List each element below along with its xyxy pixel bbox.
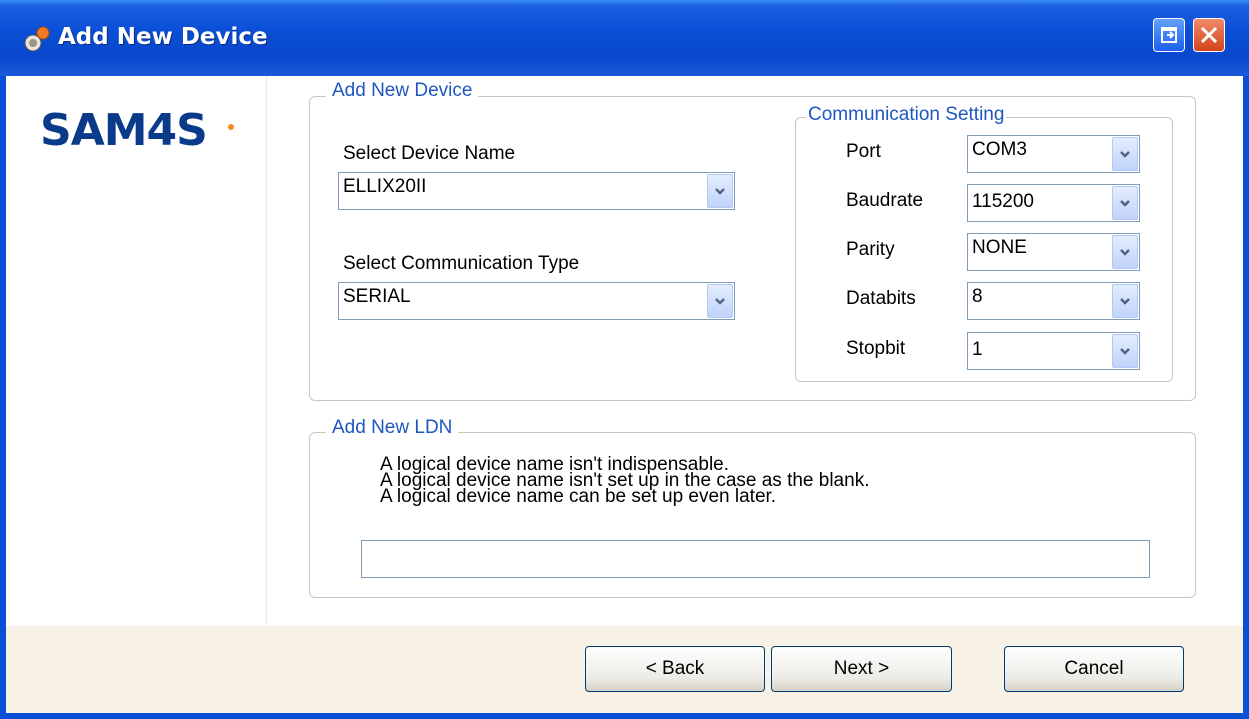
close-button[interactable] <box>1193 18 1225 52</box>
add-new-device-group-title: Add New Device <box>326 80 479 102</box>
chevron-down-icon <box>1120 200 1130 207</box>
parity-combobox[interactable]: NONE <box>967 233 1140 271</box>
cancel-button[interactable]: Cancel <box>1004 646 1184 692</box>
device-name-label: Select Device Name <box>343 143 516 164</box>
comm-type-value: SERIAL <box>343 286 411 307</box>
port-label: Port <box>846 141 881 162</box>
stopbit-combobox[interactable]: 1 <box>967 332 1140 370</box>
dropdown-arrow-button[interactable] <box>707 174 733 208</box>
add-new-ldn-title: Add New LDN <box>326 417 459 439</box>
chevron-down-icon <box>1120 298 1130 305</box>
logo-accent-dot <box>228 124 234 130</box>
add-new-device-window: Add New Device SAM4S Add New Device Sele… <box>0 0 1249 719</box>
comm-type-combobox[interactable]: SERIAL <box>338 282 735 320</box>
dropdown-arrow-button[interactable] <box>707 284 733 318</box>
next-button[interactable]: Next > <box>771 646 952 692</box>
chevron-down-icon <box>1120 348 1130 355</box>
baudrate-combobox[interactable]: 115200 <box>967 184 1140 222</box>
chevron-down-icon <box>715 298 725 305</box>
comm-type-label: Select Communication Type <box>343 253 580 274</box>
databits-label: Databits <box>846 288 916 309</box>
stopbit-label: Stopbit <box>846 338 906 359</box>
dropdown-arrow-button[interactable] <box>1112 235 1138 269</box>
close-icon <box>1200 26 1218 44</box>
dropdown-arrow-button[interactable] <box>1112 186 1138 220</box>
stopbit-value: 1 <box>972 339 983 360</box>
device-name-value: ELLIX20II <box>343 176 427 197</box>
restore-icon <box>1161 27 1177 43</box>
logo-pane: SAM4S <box>6 76 267 626</box>
dropdown-arrow-button[interactable] <box>1112 137 1138 171</box>
title-bar[interactable]: Add New Device <box>0 0 1249 76</box>
window-frame-bottom <box>0 713 1249 719</box>
ldn-info-line-3: A logical device name can be set up even… <box>380 486 777 507</box>
dropdown-arrow-button[interactable] <box>1112 334 1138 368</box>
button-bar: < Back Next > Cancel <box>6 626 1243 713</box>
port-combobox[interactable]: COM3 <box>967 135 1140 173</box>
port-value: COM3 <box>972 139 1027 160</box>
dropdown-arrow-button[interactable] <box>1112 284 1138 318</box>
databits-combobox[interactable]: 8 <box>967 282 1140 320</box>
baudrate-value: 115200 <box>972 191 1034 212</box>
chevron-down-icon <box>1120 151 1130 158</box>
window-frame-right <box>1243 76 1249 719</box>
communication-setting-title: Communication Setting <box>806 104 1007 126</box>
ldn-input[interactable] <box>361 540 1150 578</box>
brand-logo: SAM4S <box>40 105 208 156</box>
parity-value: NONE <box>972 237 1027 258</box>
restore-button[interactable] <box>1153 18 1185 52</box>
window-title: Add New Device <box>58 24 268 50</box>
app-icon <box>22 24 52 54</box>
chevron-down-icon <box>715 188 725 195</box>
chevron-down-icon <box>1120 249 1130 256</box>
device-name-combobox[interactable]: ELLIX20II <box>338 172 735 210</box>
databits-value: 8 <box>972 286 983 307</box>
baudrate-label: Baudrate <box>846 190 924 211</box>
parity-label: Parity <box>846 239 895 260</box>
back-button[interactable]: < Back <box>585 646 765 692</box>
